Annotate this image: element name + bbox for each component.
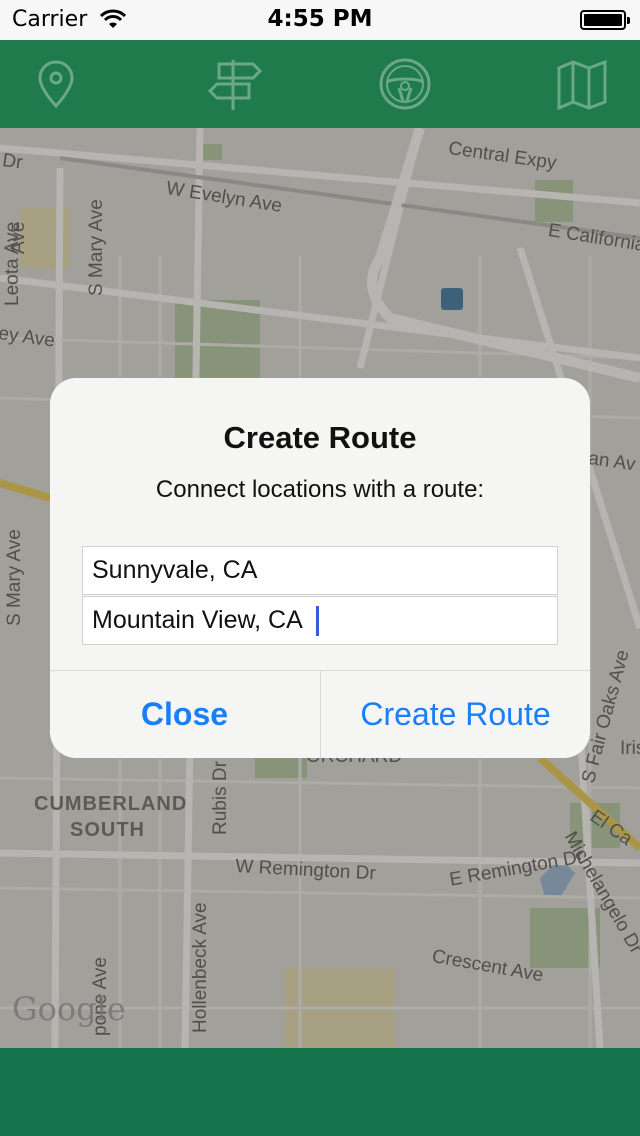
battery-icon (580, 10, 630, 30)
clock: 4:55 PM (267, 6, 373, 32)
location-pin-icon[interactable] (26, 54, 86, 114)
text-cursor (316, 606, 319, 636)
steering-wheel-icon[interactable] (375, 54, 435, 114)
dialog-title: Create Route (223, 420, 417, 455)
create-route-dialog: Create Route Connect locations with a ro… (50, 378, 590, 758)
close-button[interactable]: Close (50, 671, 319, 758)
signpost-icon[interactable] (205, 54, 265, 114)
destination-field[interactable] (83, 597, 557, 644)
create-route-button[interactable]: Create Route (321, 671, 590, 758)
origin-field-container (82, 546, 558, 595)
destination-field-container (82, 596, 558, 645)
status-bar: Carrier 4:55 PM (0, 0, 640, 40)
origin-field[interactable] (83, 547, 557, 594)
top-toolbar (0, 40, 640, 128)
map-icon[interactable] (553, 54, 613, 114)
bottom-toolbar (0, 1048, 640, 1136)
dialog-message: Connect locations with a route: (155, 476, 485, 503)
